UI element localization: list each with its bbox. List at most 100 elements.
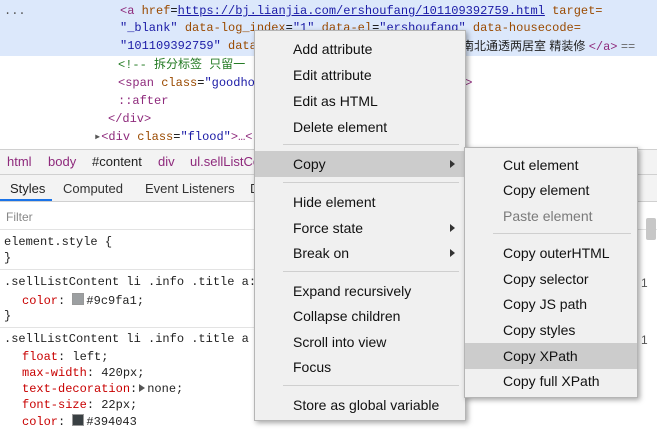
- submenu-copy-styles[interactable]: Copy styles: [465, 317, 637, 343]
- tab-event-listeners[interactable]: Event Listeners: [145, 181, 235, 196]
- selected-eq: ==: [620, 40, 636, 54]
- submenu-cut-element[interactable]: Cut element: [465, 152, 637, 178]
- menu-edit-attribute[interactable]: Edit attribute: [255, 62, 465, 88]
- submenu-copy-outerhtml[interactable]: Copy outerHTML: [465, 240, 637, 266]
- decl-text-decoration[interactable]: text-decoration: none;: [22, 382, 183, 397]
- rule-divider: [0, 269, 260, 270]
- rule1-selector[interactable]: .sellListContent li .info .title a:: [4, 275, 256, 290]
- prop-color: color: [22, 294, 59, 308]
- menu-copy[interactable]: Copy: [255, 151, 465, 177]
- menu-add-attribute[interactable]: Add attribute: [255, 36, 465, 62]
- submenu-copy-selector[interactable]: Copy selector: [465, 266, 637, 292]
- breadcrumb-content[interactable]: #content: [92, 154, 142, 169]
- breadcrumb-div[interactable]: div: [158, 154, 175, 169]
- attr-housecode: data-housecode=: [472, 21, 581, 35]
- submenu-arrow-icon: [450, 160, 455, 168]
- menu-expand-recursively[interactable]: Expand recursively: [255, 278, 465, 304]
- menu-scroll-into-view[interactable]: Scroll into view: [255, 329, 465, 355]
- menu-separator: [283, 271, 459, 272]
- href-link[interactable]: https://bj.lianjia.com/ershoufang/101109…: [178, 4, 545, 18]
- tag-a-open: <a: [120, 4, 142, 18]
- tag-span: <span: [118, 76, 162, 90]
- val-housecode: "101109392759": [120, 39, 221, 53]
- dom-line-anchor-3: "101109392759" data: [120, 37, 257, 55]
- menu-store-global-variable[interactable]: Store as global variable: [255, 392, 465, 418]
- attr-target: target=: [552, 4, 603, 18]
- source-line-number[interactable]: 1: [641, 276, 648, 290]
- val-class: "goodho: [204, 76, 255, 90]
- anchor-text: 南北通透两居室 精装修: [462, 39, 586, 53]
- menu-break-on[interactable]: Break on: [255, 240, 465, 266]
- dom-line-after[interactable]: ::after: [118, 92, 168, 110]
- submenu-arrow-icon: [450, 224, 455, 232]
- dom-line-div-flood[interactable]: ▸<div class="flood">…<: [94, 128, 253, 146]
- submenu-paste-element: Paste element: [503, 208, 593, 224]
- attr-class: class: [161, 76, 198, 90]
- rule-divider-2: [0, 327, 260, 328]
- element-style-selector[interactable]: element.style {: [4, 235, 112, 250]
- node-ellipsis[interactable]: ...: [4, 2, 26, 20]
- styles-filter-input[interactable]: [4, 207, 248, 227]
- breadcrumb-body[interactable]: body: [48, 154, 76, 169]
- submenu-copy-full-xpath[interactable]: Copy full XPath: [465, 368, 637, 394]
- tab-styles[interactable]: Styles: [10, 181, 45, 196]
- val-flood: "flood": [180, 130, 231, 144]
- menu-focus[interactable]: Focus: [255, 354, 465, 380]
- tab-computed[interactable]: Computed: [63, 181, 123, 196]
- copy-submenu: Cut element Copy element Paste element C…: [464, 147, 638, 398]
- prop-text-decoration: text-decoration: [22, 382, 131, 396]
- value-float: left;: [72, 350, 109, 364]
- prop-color-2: color: [22, 415, 59, 429]
- color-swatch-icon[interactable]: [72, 414, 85, 426]
- menu-force-state[interactable]: Force state: [255, 215, 465, 241]
- styles-scrollbar[interactable]: [646, 218, 656, 240]
- prop-font-size: font-size: [22, 398, 87, 412]
- tag-div: <div: [101, 130, 138, 144]
- dom-line-div-close: </div>: [108, 110, 151, 128]
- dom-line-span[interactable]: <span class="goodho: [118, 74, 255, 92]
- attr-class-flood: class: [137, 130, 174, 144]
- menu-separator: [283, 182, 459, 183]
- comment-text: <!-- 拆分标签 只留一: [118, 58, 246, 72]
- dom-line-anchor[interactable]: <a href=https://bj.lianjia.com/ershoufan…: [120, 2, 603, 20]
- breadcrumb-html[interactable]: html: [7, 154, 32, 169]
- rule1-color-decl[interactable]: color: #9c9fa1;: [22, 293, 144, 309]
- menu-delete-element[interactable]: Delete element: [255, 114, 465, 140]
- element-style-close: }: [4, 251, 12, 265]
- value-color-2: #394043: [86, 415, 137, 429]
- menu-separator: [283, 144, 459, 145]
- decl-color-2[interactable]: color: #394043: [22, 414, 137, 430]
- menu-separator: [283, 385, 459, 386]
- value-max-width: 420px;: [101, 366, 145, 380]
- rule1-close: }: [4, 309, 12, 323]
- submenu-copy-xpath[interactable]: Copy XPath: [465, 343, 637, 369]
- menu-collapse-children[interactable]: Collapse children: [255, 303, 465, 329]
- submenu-arrow-icon: [450, 249, 455, 257]
- expand-triangle-icon[interactable]: [139, 384, 146, 392]
- tag-a-close: </a>: [588, 40, 618, 54]
- value-text-decoration: none;: [147, 382, 184, 396]
- menu-break-on-label: Break on: [293, 245, 350, 261]
- menu-hide-element[interactable]: Hide element: [255, 189, 465, 215]
- submenu-copy-js-path[interactable]: Copy JS path: [465, 291, 637, 317]
- decl-font-size[interactable]: font-size: 22px;: [22, 398, 137, 413]
- context-menu: Add attribute Edit attribute Edit as HTM…: [254, 30, 466, 421]
- menu-force-state-label: Force state: [293, 220, 364, 236]
- tag-div-rest: >…<: [230, 130, 253, 144]
- tag-div-close: </div>: [108, 112, 152, 126]
- menu-edit-as-html[interactable]: Edit as HTML: [255, 88, 465, 114]
- value-color: #9c9fa1: [86, 294, 137, 308]
- submenu-copy-element[interactable]: Copy element: [465, 177, 637, 203]
- source-line-number[interactable]: 1: [641, 333, 648, 347]
- dom-line-anchor-3-tail: 南北通透两居室 精装修 </a> ==: [462, 37, 635, 56]
- menu-copy-label: Copy: [293, 156, 326, 172]
- rule2-selector[interactable]: .sellListContent li .info .title a: [4, 332, 249, 347]
- prop-float: float: [22, 350, 59, 364]
- decl-float[interactable]: float: left;: [22, 350, 108, 365]
- menu-separator: [493, 233, 631, 234]
- val-blank: "_blank": [120, 21, 178, 35]
- value-font-size: 22px;: [101, 398, 138, 412]
- color-swatch-icon[interactable]: [72, 293, 85, 305]
- decl-max-width[interactable]: max-width: 420px;: [22, 366, 144, 381]
- active-tab-underline: [0, 199, 52, 201]
